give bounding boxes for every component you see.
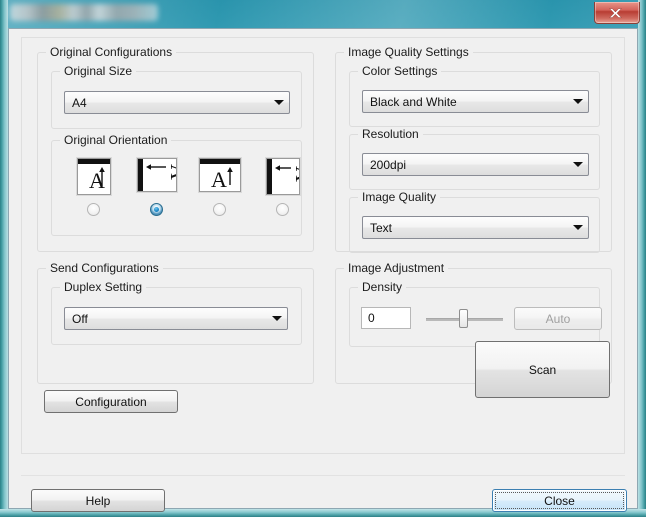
density-auto-button[interactable]: Auto bbox=[514, 307, 602, 330]
original-size-value: A4 bbox=[72, 95, 87, 110]
color-settings-value: Black and White bbox=[370, 94, 457, 109]
density-value-input[interactable] bbox=[361, 307, 411, 329]
window-title-redacted bbox=[10, 4, 158, 21]
duplex-setting-chevron-down-icon bbox=[267, 316, 287, 321]
close-dialog-button[interactable]: Close bbox=[492, 489, 627, 512]
orientation-radio-1[interactable] bbox=[87, 203, 100, 216]
group-color-settings-label: Color Settings bbox=[358, 64, 442, 78]
group-image-quality: Image Quality Text bbox=[349, 190, 600, 253]
group-original-configurations: Original Configurations Original Size A4… bbox=[37, 45, 314, 252]
group-original-orientation: Original Orientation A A bbox=[51, 133, 302, 236]
duplex-setting-value: Off bbox=[72, 311, 88, 326]
group-image-quality-settings: Image Quality Settings Color Settings Bl… bbox=[335, 45, 612, 253]
scanner-settings-dialog-window: Original Configurations Original Size A4… bbox=[0, 0, 646, 517]
title-bar[interactable] bbox=[0, 0, 646, 28]
orientation-landscape-top-icon: A bbox=[199, 158, 241, 192]
group-image-quality-label: Image Quality bbox=[358, 190, 441, 204]
group-color-settings: Color Settings Black and White bbox=[349, 64, 600, 127]
svg-text:A: A bbox=[291, 166, 299, 182]
color-settings-dropdown[interactable]: Black and White bbox=[362, 90, 589, 113]
window-close-x-icon bbox=[609, 7, 622, 18]
group-original-configurations-label: Original Configurations bbox=[46, 45, 177, 59]
scan-button[interactable]: Scan bbox=[475, 341, 610, 398]
orientation-radio-3[interactable] bbox=[213, 203, 226, 216]
footer-divider bbox=[21, 475, 625, 476]
svg-text:A: A bbox=[166, 164, 176, 180]
dialog-client-area: Original Configurations Original Size A4… bbox=[8, 28, 638, 512]
orientation-radio-2[interactable] bbox=[150, 203, 163, 216]
resolution-value: 200dpi bbox=[370, 157, 407, 172]
original-size-chevron-down-icon bbox=[269, 100, 289, 105]
image-quality-dropdown[interactable]: Text bbox=[362, 216, 589, 239]
help-button[interactable]: Help bbox=[31, 489, 165, 512]
group-image-quality-settings-label: Image Quality Settings bbox=[344, 45, 473, 59]
resolution-dropdown[interactable]: 200dpi bbox=[362, 153, 589, 176]
group-original-orientation-label: Original Orientation bbox=[60, 133, 172, 147]
duplex-setting-dropdown[interactable]: Off bbox=[64, 307, 288, 330]
orientation-option-1[interactable]: A bbox=[68, 158, 120, 216]
orientation-landscape-left-icon: A bbox=[137, 158, 177, 192]
original-size-dropdown[interactable]: A4 bbox=[64, 91, 290, 114]
group-density-label: Density bbox=[358, 280, 407, 294]
group-density: Density Auto bbox=[349, 280, 602, 347]
svg-text:A: A bbox=[211, 167, 227, 191]
group-duplex-setting: Duplex Setting Off bbox=[51, 280, 302, 345]
window-close-button[interactable] bbox=[594, 2, 640, 24]
group-duplex-setting-label: Duplex Setting bbox=[60, 280, 147, 294]
orientation-portrait-top-icon: A bbox=[77, 158, 111, 195]
orientation-radio-4[interactable] bbox=[276, 203, 289, 216]
group-resolution-label: Resolution bbox=[358, 127, 423, 141]
window-frame-left-edge bbox=[0, 0, 8, 517]
configuration-button-label: Configuration bbox=[75, 394, 147, 409]
orientation-option-3[interactable]: A bbox=[194, 158, 246, 216]
configuration-button[interactable]: Configuration bbox=[44, 390, 178, 413]
group-send-configurations: Send Configurations Duplex Setting Off bbox=[37, 261, 314, 384]
density-slider-thumb[interactable] bbox=[459, 309, 468, 328]
group-resolution: Resolution 200dpi bbox=[349, 127, 600, 190]
orientation-portrait-left-icon: A bbox=[266, 158, 300, 195]
scan-button-label: Scan bbox=[528, 362, 557, 377]
orientation-option-4[interactable]: A bbox=[257, 158, 309, 216]
orientation-option-2[interactable]: A bbox=[131, 158, 183, 216]
group-original-size-label: Original Size bbox=[60, 64, 137, 78]
color-settings-chevron-down-icon bbox=[568, 99, 588, 104]
group-original-size: Original Size A4 bbox=[51, 64, 302, 129]
group-image-adjustment-label: Image Adjustment bbox=[344, 261, 449, 275]
window-frame-right-edge bbox=[638, 0, 646, 517]
group-send-configurations-label: Send Configurations bbox=[46, 261, 163, 275]
settings-main-panel: Original Configurations Original Size A4… bbox=[21, 37, 625, 454]
help-button-label: Help bbox=[85, 493, 111, 508]
close-dialog-button-label: Close bbox=[544, 493, 575, 508]
image-quality-chevron-down-icon bbox=[568, 225, 588, 230]
density-auto-button-label: Auto bbox=[545, 311, 571, 326]
resolution-chevron-down-icon bbox=[568, 162, 588, 167]
image-quality-value: Text bbox=[370, 220, 393, 235]
